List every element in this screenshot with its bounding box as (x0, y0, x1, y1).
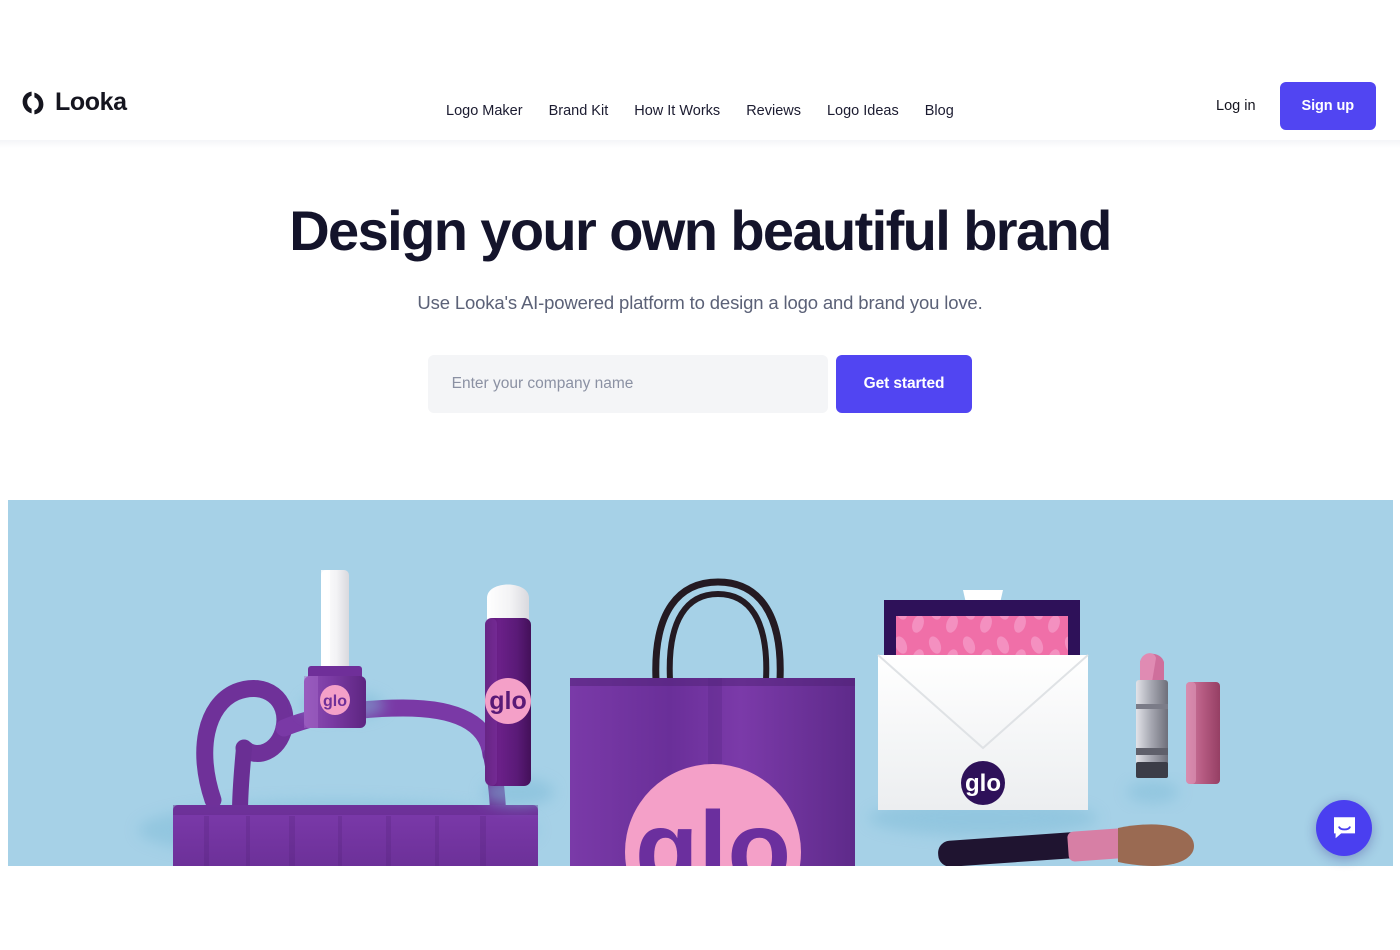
hero-mockup-illustration: glo glo glo glo (8, 500, 1393, 866)
hero-subtitle: Use Looka's AI-powered platform to desig… (417, 291, 983, 313)
main-nav: Logo Maker Brand Kit How It Works Review… (446, 95, 967, 127)
brand-name: Looka (55, 88, 127, 116)
site-header: Looka Logo Maker Brand Kit How It Works … (0, 0, 1400, 140)
nav-item-brand-kit[interactable]: Brand Kit (536, 95, 622, 127)
brand-logo-link[interactable]: Looka (22, 90, 127, 115)
hero-image: glo glo glo glo (8, 500, 1393, 866)
signup-button[interactable]: Sign up (1279, 82, 1376, 130)
login-link[interactable]: Log in (1214, 92, 1258, 120)
company-name-input[interactable] (427, 354, 828, 413)
company-name-form: Get started (0, 354, 1400, 413)
svg-text:glo: glo (965, 770, 1001, 797)
svg-text:glo: glo (635, 791, 791, 866)
hero-title: Design your own beautiful brand (289, 199, 1112, 262)
hero-section: Design your own beautiful brand Use Look… (0, 146, 1400, 413)
looka-logo-icon (22, 91, 44, 114)
header-divider (0, 140, 1400, 148)
chat-bubble-icon (1333, 816, 1355, 838)
envelope-mockup: glo (868, 590, 1098, 836)
nav-item-logo-maker[interactable]: Logo Maker (446, 95, 536, 127)
svg-text:glo: glo (489, 687, 527, 715)
get-started-button[interactable]: Get started (835, 354, 973, 413)
chat-launcher-button[interactable] (1316, 800, 1372, 856)
svg-text:glo: glo (323, 693, 347, 710)
nav-item-how-it-works[interactable]: How It Works (621, 95, 733, 127)
nav-item-reviews[interactable]: Reviews (733, 95, 814, 127)
header-actions: Log in Sign up (1214, 82, 1376, 130)
page-root: Looka Logo Maker Brand Kit How It Works … (0, 0, 1400, 950)
nav-item-logo-ideas[interactable]: Logo Ideas (814, 95, 912, 127)
nav-item-blog[interactable]: Blog (912, 95, 967, 127)
